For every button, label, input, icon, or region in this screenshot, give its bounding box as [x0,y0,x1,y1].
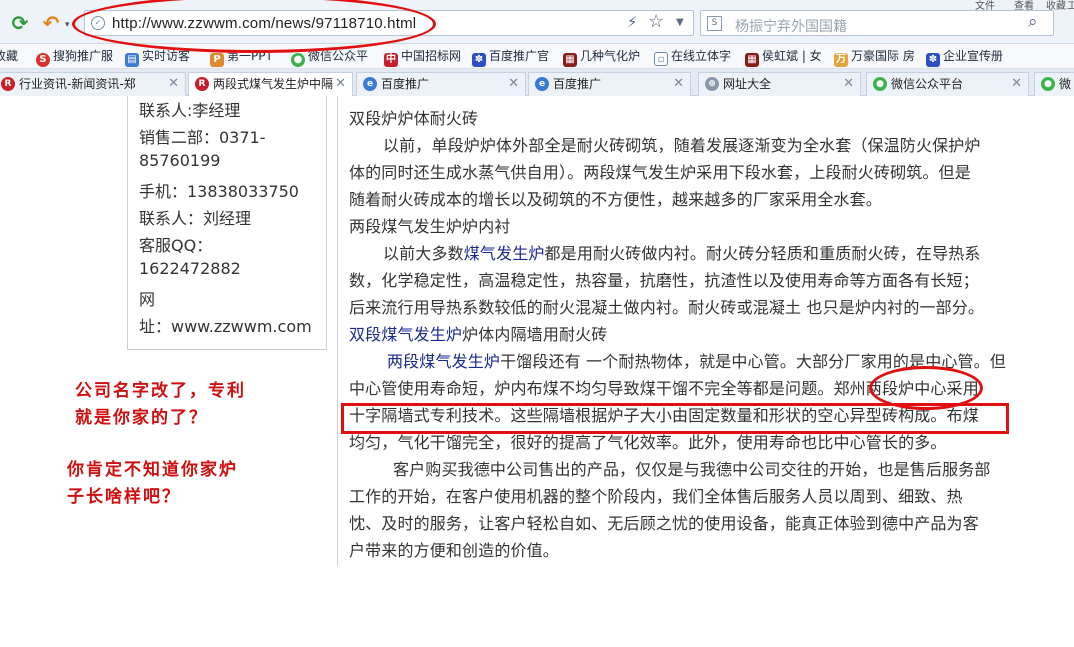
chart-icon: ▤ [125,53,139,67]
paragraph-line: 数，化学稳定性，高温稳定性，热容量，抗磨性，抗渣性以及使用寿命等方面各有长短； [349,271,979,290]
wechat-icon: ● [1041,77,1055,91]
sogou-icon: S [36,53,50,67]
site-icon: R [1,77,15,91]
flag-icon: 中 [384,53,398,67]
menu-file[interactable]: 文件 [975,0,995,12]
close-icon[interactable]: ✕ [843,73,854,95]
paragraph-line: 忱、及时的服务，让客户轻松自如、无后顾之忧的使用设备，能真正体验到德中产品为客 [349,514,979,533]
annotation-text: 公司名字改了，专利 [75,381,246,401]
menu-favorites[interactable]: 收藏 [1046,0,1066,12]
paragraph-line: 以前大多数煤气发生炉都是用耐火砖做内衬。耐火砖分轻质和重质耐火砖，在导热系 [383,244,981,263]
two-stage-gasifier-link[interactable]: 两段煤气发生炉 [387,352,500,371]
tab-current-article[interactable]: R 两段式煤气发生炉中隔 ✕ [188,72,353,96]
grid-icon: ▦ [563,53,577,67]
ppt-icon: P [210,53,224,67]
bookmark-item[interactable]: 中中国招标网 [384,47,461,67]
bookmark-item[interactable]: ✽ 百度推广官 [472,47,549,67]
contact-box: 联系人:李经理 销售二部：0371- 85760199 手机：138380337… [127,96,327,350]
paragraph-line: 后来流行用导热系数较低的耐火混凝土做内衬。耐火砖或混凝土 也只是炉内衬的一部分。 [349,298,985,317]
search-input[interactable]: 杨振宁弃外国国籍 [735,16,847,36]
search-engine-icon[interactable]: S [707,16,722,31]
paragraph-line: 以前，单段炉炉体外部全是耐火砖砌筑，随着发展逐渐变为全水套（保温防火保护炉 [383,136,981,155]
contact-line: 85760199 [139,151,221,170]
close-icon[interactable]: ✕ [673,73,684,95]
menu-tools[interactable]: 工 [1067,0,1074,12]
bookmark-item[interactable]: ▫ 在线立体字 [654,47,731,66]
section-heading: 双段炉炉体耐火砖 [349,109,479,128]
back-dropdown-icon[interactable]: ▾ [65,20,70,30]
tab-url-directory[interactable]: ⊕ 网址大全 ✕ [698,72,861,96]
bookmark-item[interactable]: ✽ 企业宣传册 [926,47,1003,67]
search-box[interactable]: S 杨振宁弃外国国籍 ⌕ [700,10,1054,36]
tab-strip: R 行业资讯-新闻资讯-郑 ✕ R 两段式煤气发生炉中隔 ✕ e 百度推广 ✕ e 百度推广 ✕… [0,69,1074,96]
section-heading: 两段煤气发生炉炉内衬 [349,217,511,236]
section-heading: 双段煤气发生炉炉体内隔墙用耐火砖 [349,325,608,344]
browser-page-icon: e [535,77,549,91]
back-icon[interactable]: ↶ [40,12,62,34]
contact-line: 手机：13838033750 [139,182,299,201]
grid-icon: ▦ [745,53,759,67]
close-icon[interactable]: ✕ [508,73,519,95]
browser-page-icon: e [363,77,377,91]
contact-line: 联系人:李经理 [139,101,241,120]
baidu-paw-icon: ✽ [926,53,940,67]
chevron-down-icon[interactable]: ▼ [676,17,684,28]
tab-baidu-promo-1[interactable]: e 百度推广 ✕ [356,72,526,96]
bookmark-item[interactable]: 万万豪国际 房 [834,47,915,67]
contact-line: 联系人：刘经理 [139,209,252,228]
page-icon: ▫ [654,52,668,66]
tab-wechat-2[interactable]: ● 微 [1034,72,1074,96]
site-icon: R [195,77,209,91]
search-icon[interactable]: ⌕ [1028,12,1038,32]
paragraph-line: 户带来的方便和创造的价值。 [349,541,559,560]
close-icon[interactable]: ✕ [335,73,346,95]
paragraph-line: 客户购买我德中公司售出的产品，仅仅是与我德中公司交往的开始，也是售后服务部 [393,460,991,479]
bookmark-item[interactable]: ▦ 侯虹斌 | 女 [745,47,822,67]
wechat-icon: ● [291,53,305,67]
annotation-text: 就是你家的了？ [75,408,208,428]
annotation-text: 子长啥样吧？ [67,487,181,507]
close-icon[interactable]: ✕ [168,73,179,95]
close-icon[interactable]: ✕ [1011,73,1022,95]
paragraph-line: 体的同时还生成水蒸气供自用）。两段煤气发生炉采用下段水套，上段耐火砖砌筑。但是 [349,163,971,182]
tab-baidu-promo-2[interactable]: e 百度推广 ✕ [528,72,691,96]
gasifier-link[interactable]: 煤气发生炉 [464,244,545,263]
paragraph-line: 工作的开始，在客户使用机器的整个阶段内，我们全体售后服务人员以周到、细致、热 [349,487,963,506]
column-divider [337,96,338,566]
hotel-icon: 万 [834,53,848,67]
contact-line: 网 [139,290,156,309]
refresh-icon[interactable]: ⟳ [9,12,31,34]
patent-highlight-box [341,403,1009,434]
menu-view[interactable]: 查看 [1014,0,1034,12]
bookmark-item[interactable]: S 搜狗推广服 [36,47,113,67]
contact-line: 销售二部：0371- [139,128,266,147]
tab-industry-news[interactable]: R 行业资讯-新闻资讯-郑 ✕ [0,72,186,96]
bookmark-item[interactable]: 收藏 [0,47,18,65]
paragraph-line: 随着耐火砖成本的增长以及砌筑的不方便性，越来越多的厂家采用全水套。 [349,190,882,209]
baidu-paw-icon: ✽ [472,53,486,67]
annotation-text: 你肯定不知道你家炉 [67,460,238,480]
globe-icon: ⊕ [705,77,719,91]
contact-line: 客服QQ： [139,236,213,255]
star-icon[interactable]: ☆ [648,11,664,32]
bookmark-item[interactable]: ▦ 几种气化炉 [563,47,640,67]
contact-line: 址：www.zzwwm.com [139,317,312,336]
tab-wechat-platform[interactable]: ● 微信公众平台 ✕ [866,72,1029,96]
wechat-icon: ● [873,77,887,91]
lightning-icon[interactable]: ⚡ [627,13,638,31]
contact-line: 1622472882 [139,259,241,278]
gasifier-link[interactable]: 煤气发生炉 [381,325,462,344]
